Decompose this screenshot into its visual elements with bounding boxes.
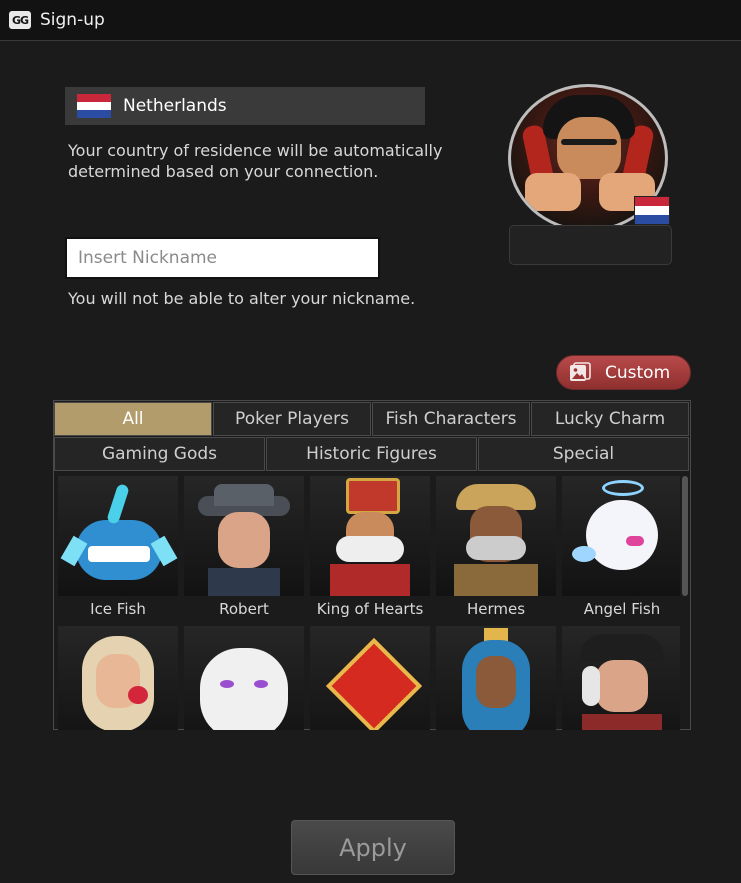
custom-button-label: Custom xyxy=(605,362,671,383)
goddess-avatar-icon xyxy=(58,626,178,730)
avatar-white-cat[interactable] xyxy=(184,626,304,730)
category-tabs-row-1: All Poker Players Fish Characters Lucky … xyxy=(54,401,690,436)
avatar-label: Robert xyxy=(219,600,269,618)
tab-gaming-gods[interactable]: Gaming Gods xyxy=(54,437,265,471)
avatar-name-plate xyxy=(509,225,672,265)
tab-historic-figures[interactable]: Historic Figures xyxy=(266,437,477,471)
robert-icon xyxy=(184,476,304,596)
hermes-icon xyxy=(436,476,556,596)
title-bar: GG Sign-up xyxy=(0,0,741,41)
netherlands-flag-icon xyxy=(77,94,111,118)
avatar-label: Hermes xyxy=(466,600,526,618)
avatar-panel: All Poker Players Fish Characters Lucky … xyxy=(53,400,691,730)
avatar-grid: Ice Fish Robert King of Hearts Hermes An… xyxy=(58,476,680,730)
avatar-flag-icon xyxy=(634,196,670,225)
category-tabs-row-2: Gaming Gods Historic Figures Special xyxy=(54,436,690,471)
tab-special[interactable]: Special xyxy=(478,437,689,471)
avatar-label: King of Hearts xyxy=(316,600,424,618)
app-logo-icon: GG xyxy=(9,11,31,29)
king-of-hearts-icon xyxy=(310,476,430,596)
nickname-input[interactable] xyxy=(65,237,380,279)
avatar-label: Angel Fish xyxy=(583,600,661,618)
pirate-avatar-icon xyxy=(562,626,680,730)
avatar-hermes[interactable]: Hermes xyxy=(436,476,556,624)
avatar-angel-fish[interactable]: Angel Fish xyxy=(562,476,680,624)
country-name: Netherlands xyxy=(123,96,227,116)
window-title: Sign-up xyxy=(40,10,105,30)
image-icon xyxy=(570,361,591,381)
avatar-label: Ice Fish xyxy=(90,600,146,618)
tab-all[interactable]: All xyxy=(54,402,212,436)
lucky-charm-avatar-icon xyxy=(310,626,430,730)
avatar-ice-fish[interactable]: Ice Fish xyxy=(58,476,178,624)
avatar-robert[interactable]: Robert xyxy=(184,476,304,624)
custom-avatar-button[interactable]: Custom xyxy=(556,355,691,390)
avatar-goddess[interactable] xyxy=(58,626,178,730)
white-cat-avatar-icon xyxy=(184,626,304,730)
tab-poker-players[interactable]: Poker Players xyxy=(213,402,371,436)
avatar-pirate[interactable] xyxy=(562,626,680,730)
tab-lucky-charm[interactable]: Lucky Charm xyxy=(531,402,689,436)
avatar-lucky-charm[interactable] xyxy=(310,626,430,730)
avatar-king-of-hearts[interactable]: King of Hearts xyxy=(310,476,430,624)
country-note: Your country of residence will be automa… xyxy=(68,141,443,181)
queen-avatar-icon xyxy=(436,626,556,730)
angel-fish-icon xyxy=(562,476,680,596)
country-field: Netherlands xyxy=(65,87,425,125)
avatar-grid-scrollbar[interactable] xyxy=(682,476,688,726)
apply-button[interactable]: Apply xyxy=(291,820,455,875)
nickname-note: You will not be able to alter your nickn… xyxy=(68,289,416,308)
ice-fish-icon xyxy=(58,476,178,596)
scrollbar-thumb[interactable] xyxy=(682,476,688,596)
avatar-queen[interactable] xyxy=(436,626,556,730)
tab-fish-characters[interactable]: Fish Characters xyxy=(372,402,530,436)
